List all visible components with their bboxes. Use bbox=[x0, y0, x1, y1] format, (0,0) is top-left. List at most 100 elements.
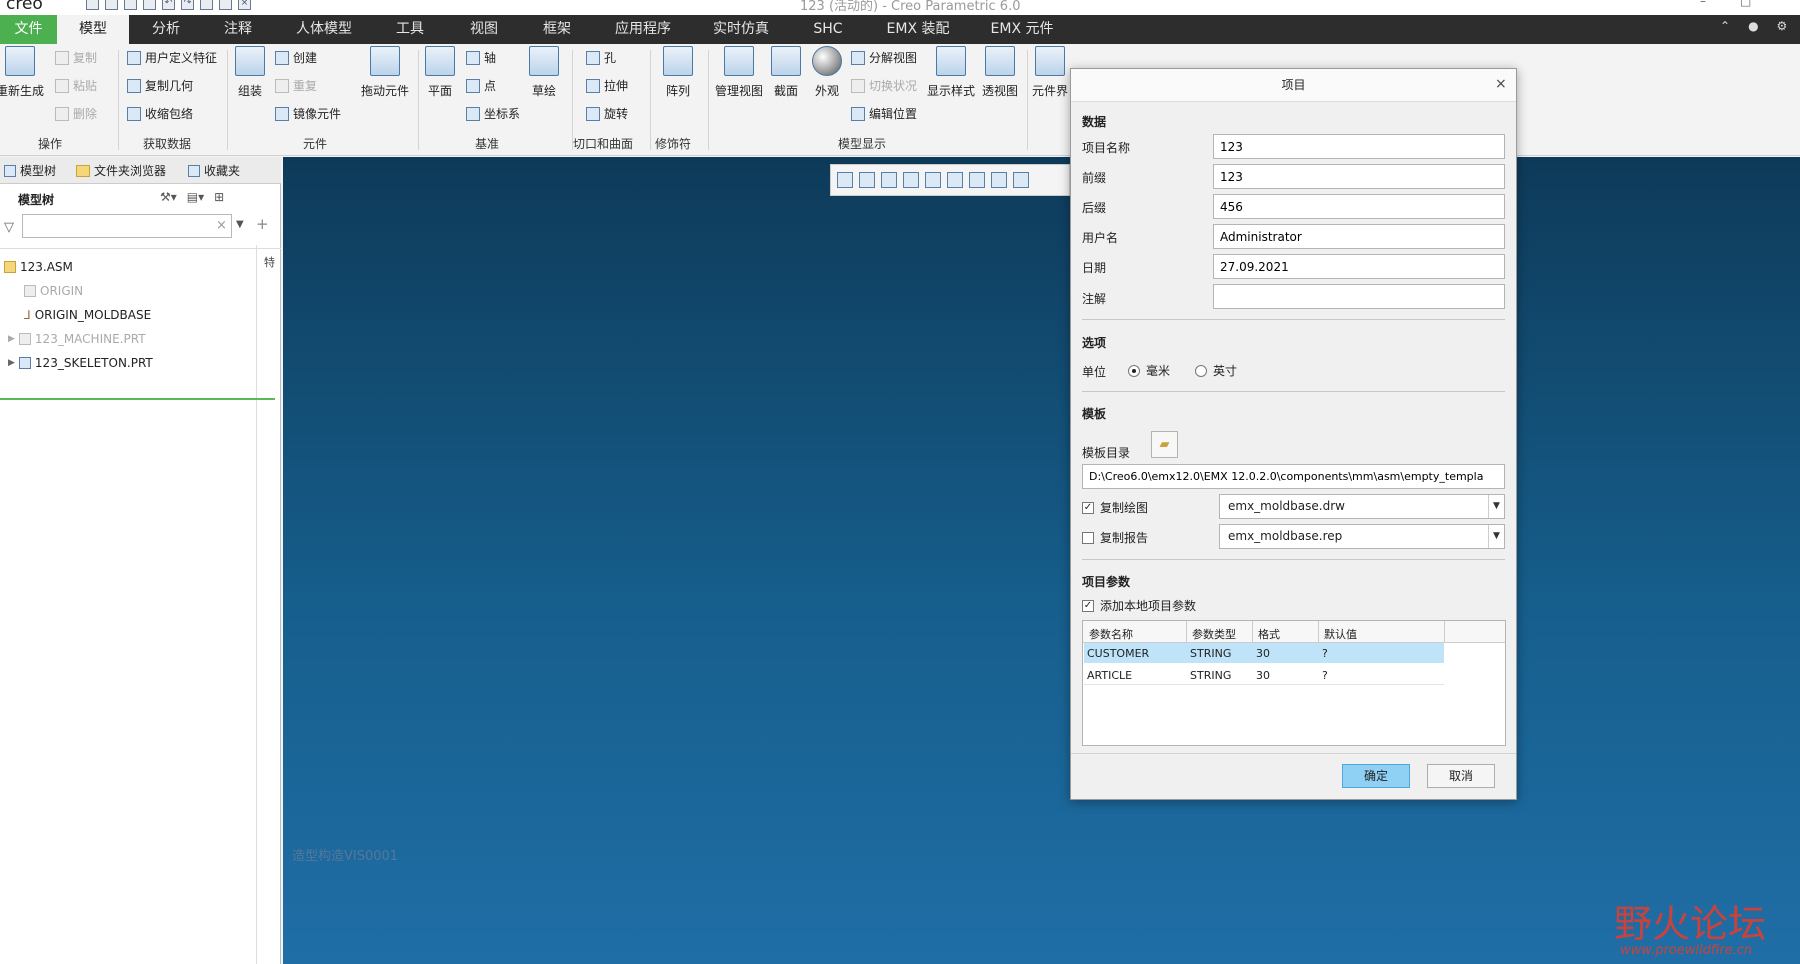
group-model-display[interactable]: 模型显示 bbox=[838, 135, 886, 152]
group-component[interactable]: 元件 bbox=[303, 135, 327, 152]
browse-folder-button[interactable]: ▰ bbox=[1151, 431, 1178, 458]
tab-live-simulation[interactable]: 实时仿真 bbox=[702, 15, 780, 44]
save-icon[interactable] bbox=[124, 0, 137, 10]
toggle-status-button[interactable]: 切换状况 bbox=[851, 77, 917, 94]
display-style-button[interactable]: 显示样式 bbox=[924, 46, 978, 99]
tab-manikin[interactable]: 人体模型 bbox=[288, 15, 360, 44]
undo-icon[interactable]: ↶ bbox=[162, 0, 175, 10]
group-modifier[interactable]: 修饰符 bbox=[655, 135, 691, 152]
open-file-icon[interactable] bbox=[105, 0, 118, 10]
saved-views-icon[interactable] bbox=[947, 172, 963, 188]
tab-analysis[interactable]: 分析 bbox=[136, 15, 196, 44]
column-header[interactable]: 参数名称 bbox=[1089, 626, 1133, 642]
tab-annotate[interactable]: 注释 bbox=[208, 15, 268, 44]
point-button[interactable]: 点 bbox=[466, 77, 496, 94]
group-datum[interactable]: 基准 bbox=[475, 135, 499, 152]
table-cell[interactable]: 30 bbox=[1256, 647, 1270, 660]
csys-button[interactable]: 坐标系 bbox=[466, 105, 520, 122]
appearance-button[interactable]: 外观 bbox=[804, 46, 850, 99]
ok-button[interactable]: 确定 bbox=[1342, 764, 1410, 788]
pattern-button[interactable]: 阵列 bbox=[652, 46, 704, 99]
table-cell[interactable]: STRING bbox=[1190, 647, 1231, 660]
table-cell[interactable]: 30 bbox=[1256, 669, 1270, 682]
settings-icon[interactable]: ⚙ bbox=[1777, 19, 1788, 33]
table-cell[interactable]: ? bbox=[1322, 669, 1328, 682]
regenerate-icon[interactable] bbox=[200, 0, 213, 10]
explode-view-button[interactable]: 分解视图 bbox=[851, 49, 917, 66]
project-name-input[interactable] bbox=[1213, 134, 1505, 159]
tab-model[interactable]: 模型 bbox=[57, 15, 129, 44]
unit-inch-radio[interactable]: 英寸 bbox=[1195, 362, 1237, 379]
username-input[interactable] bbox=[1213, 224, 1505, 249]
shrinkwrap-button[interactable]: 收缩包络 bbox=[127, 105, 193, 122]
expand-arrow-icon[interactable]: ▶ bbox=[8, 358, 15, 368]
repeat-button[interactable]: 重复 bbox=[275, 77, 317, 94]
perspective-button[interactable]: 透视图 bbox=[974, 46, 1026, 99]
clear-search-icon[interactable]: × bbox=[216, 218, 227, 233]
date-input[interactable] bbox=[1213, 254, 1505, 279]
tab-shc[interactable]: SHC bbox=[800, 15, 856, 44]
search-input[interactable] bbox=[22, 214, 232, 238]
paste-button[interactable]: 粘贴 bbox=[55, 77, 97, 94]
cancel-button[interactable]: 取消 bbox=[1427, 764, 1495, 788]
copy-report-checkbox[interactable]: 复制报告 bbox=[1082, 529, 1148, 546]
extrude-button[interactable]: 拉伸 bbox=[586, 77, 628, 94]
section-view-icon[interactable] bbox=[1013, 172, 1029, 188]
suffix-input[interactable] bbox=[1213, 194, 1505, 219]
drag-component-button[interactable]: 拖动元件 bbox=[357, 46, 413, 99]
tab-applications[interactable]: 应用程序 bbox=[604, 15, 682, 44]
minimize-icon[interactable]: – bbox=[1700, 0, 1706, 8]
expand-arrow-icon[interactable]: ▶ bbox=[8, 334, 15, 344]
plane-button[interactable]: 平面 bbox=[414, 46, 466, 99]
zoom-in-icon[interactable] bbox=[859, 172, 875, 188]
unit-mm-radio[interactable]: 毫米 bbox=[1128, 362, 1170, 379]
tab-view[interactable]: 视图 bbox=[454, 15, 514, 44]
tree-item-machine[interactable]: ▶ 123_MACHINE.PRT bbox=[8, 332, 146, 346]
tree-show-icon[interactable]: ⊞ bbox=[214, 190, 224, 204]
tab-file[interactable]: 文件 bbox=[0, 15, 57, 44]
group-operations[interactable]: 操作 bbox=[38, 135, 62, 152]
axis-button[interactable]: 轴 bbox=[466, 49, 496, 66]
maximize-icon[interactable]: □ bbox=[1740, 0, 1751, 8]
windows-icon[interactable] bbox=[219, 0, 232, 10]
tab-framework[interactable]: 框架 bbox=[527, 15, 587, 44]
tree-item-skeleton[interactable]: ▶ 123_SKELETON.PRT bbox=[8, 356, 153, 370]
tree-item-assembly[interactable]: 123.ASM bbox=[4, 260, 73, 274]
zoom-out-icon[interactable] bbox=[881, 172, 897, 188]
view-manager-icon[interactable] bbox=[969, 172, 985, 188]
tab-emx-assembly[interactable]: EMX 装配 bbox=[872, 15, 964, 44]
repaint-icon[interactable] bbox=[903, 172, 919, 188]
manage-views-button[interactable]: 管理视图 bbox=[712, 46, 766, 99]
column-header[interactable]: 参数类型 bbox=[1192, 626, 1236, 642]
new-file-icon[interactable] bbox=[86, 0, 99, 10]
copy-button[interactable]: 复制 bbox=[55, 49, 97, 66]
tree-settings-icon[interactable]: ⚒▾ bbox=[160, 190, 177, 204]
notification-icon[interactable]: ● bbox=[1748, 19, 1758, 33]
add-filter-icon[interactable]: + bbox=[256, 215, 269, 233]
tree-item-origin[interactable]: ORIGIN bbox=[24, 284, 83, 298]
tree-columns-icon[interactable]: ▤▾ bbox=[187, 190, 204, 204]
graphics-viewport[interactable] bbox=[283, 157, 1800, 964]
hole-button[interactable]: 孔 bbox=[586, 49, 616, 66]
group-cut-surface[interactable]: 切口和曲面 bbox=[573, 135, 633, 152]
copy-geometry-button[interactable]: 复制几何 bbox=[127, 77, 193, 94]
note-input[interactable] bbox=[1213, 284, 1505, 309]
udf-button[interactable]: 用户定义特征 bbox=[127, 49, 217, 66]
display-style-icon[interactable] bbox=[925, 172, 941, 188]
table-cell[interactable]: ARTICLE bbox=[1087, 669, 1132, 682]
copy-drawing-select[interactable]: emx_moldbase.drw ▼ bbox=[1219, 494, 1505, 519]
tree-item-origin-moldbase[interactable]: ⅃ ORIGIN_MOLDBASE bbox=[24, 308, 151, 322]
component-interface-button[interactable]: 元件界 bbox=[1030, 46, 1070, 99]
revolve-button[interactable]: 旋转 bbox=[586, 105, 628, 122]
group-get-data[interactable]: 获取数据 bbox=[143, 135, 191, 152]
add-local-params-checkbox[interactable]: ✓ 添加本地项目参数 bbox=[1082, 597, 1196, 614]
section-button[interactable]: 截面 bbox=[763, 46, 809, 99]
create-button[interactable]: 创建 bbox=[275, 49, 317, 66]
tab-emx-component[interactable]: EMX 元件 bbox=[976, 15, 1068, 44]
edit-position-button[interactable]: 编辑位置 bbox=[851, 105, 917, 122]
save-copy-icon[interactable] bbox=[143, 0, 156, 10]
collapse-ribbon-icon[interactable]: ⌃ bbox=[1720, 19, 1730, 33]
regenerate-button[interactable]: 重新生成 bbox=[0, 46, 46, 99]
redo-icon[interactable]: ↷ bbox=[181, 0, 194, 10]
assemble-button[interactable]: 组装 bbox=[224, 46, 276, 99]
